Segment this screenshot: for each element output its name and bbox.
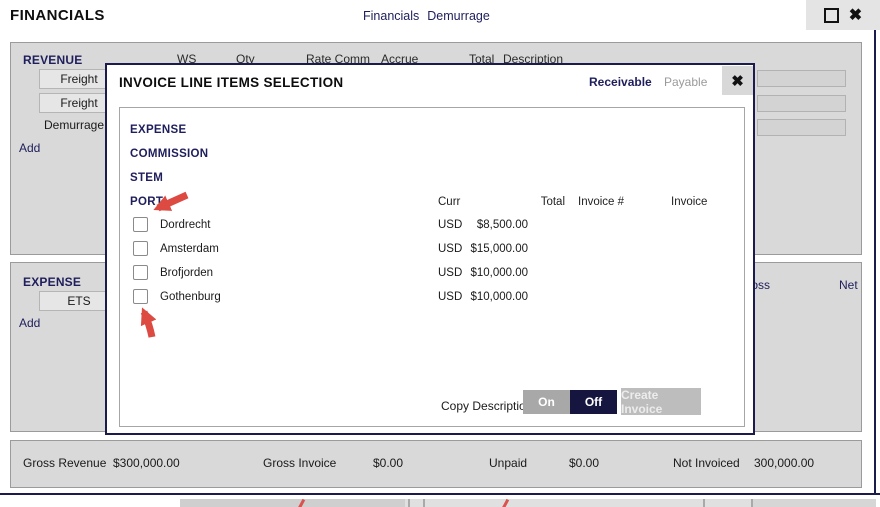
copy-description-on-button[interactable]: On [523, 390, 570, 414]
summary-not-invoiced-label: Not Invoiced [673, 456, 740, 470]
modal-title: INVOICE LINE ITEMS SELECTION [119, 75, 343, 90]
page-title: FINANCIALS [10, 7, 105, 24]
invoice-items-listbox: EXPENSE COMMISSION STEM PORT Curr Total … [119, 107, 745, 427]
bottom-peek-content [180, 499, 876, 507]
port-row-total: $8,500.00 [438, 219, 528, 231]
port-col-curr: Curr [438, 196, 460, 208]
modal-close-icon[interactable]: ✖ [722, 66, 753, 95]
section-stem[interactable]: STEM [130, 172, 163, 184]
frame-bottom-border [0, 493, 880, 495]
port-row-total: $10,000.00 [438, 267, 528, 279]
checkbox-amsterdam[interactable] [133, 241, 148, 256]
revenue-panel-title: REVENUE [23, 53, 82, 67]
checkbox-gothenburg[interactable] [133, 289, 148, 304]
revenue-input-3[interactable] [757, 119, 846, 136]
nav-link-financials[interactable]: Financials [363, 9, 419, 23]
port-col-invoice: Invoice [671, 196, 707, 208]
maximize-icon[interactable] [824, 8, 839, 23]
section-port[interactable]: PORT [130, 196, 163, 208]
port-col-total: Total [475, 196, 565, 208]
summary-gross-invoice-label: Gross Invoice [263, 456, 336, 470]
port-row-name: Dordrecht [160, 219, 211, 231]
invoice-line-items-modal: INVOICE LINE ITEMS SELECTION Receivable … [105, 63, 755, 435]
checkbox-brofjorden[interactable] [133, 265, 148, 280]
revenue-add-link[interactable]: Add [19, 141, 40, 155]
copy-description-label: Copy Description [441, 399, 532, 413]
checkbox-dordrecht[interactable] [133, 217, 148, 232]
revenue-input-1[interactable] [757, 70, 846, 87]
demurrage-row-label: Demurrage [44, 118, 104, 132]
port-row-name: Brofjorden [160, 267, 213, 279]
tab-payable[interactable]: Payable [664, 75, 707, 89]
nav-link-demurrage[interactable]: Demurrage [427, 9, 490, 23]
create-invoice-button[interactable]: Create Invoice [621, 388, 701, 415]
window-controls: ✖ [806, 0, 880, 30]
frame-right-border [874, 30, 876, 493]
port-col-invoice-number: Invoice # [578, 196, 624, 208]
port-row-name: Amsterdam [160, 243, 219, 255]
port-row-name: Gothenburg [160, 291, 221, 303]
close-icon[interactable]: ✖ [849, 8, 862, 23]
summary-unpaid-label: Unpaid [489, 456, 527, 470]
revenue-input-2[interactable] [757, 95, 846, 112]
summary-bar: Gross Revenue $300,000.00 Gross Invoice … [10, 440, 862, 488]
port-row-total: $15,000.00 [438, 243, 528, 255]
tab-receivable[interactable]: Receivable [589, 75, 652, 89]
expense-add-link[interactable]: Add [19, 316, 40, 330]
section-commission[interactable]: COMMISSION [130, 148, 208, 160]
summary-gross-invoice-value: $0.00 [373, 456, 403, 470]
section-expense[interactable]: EXPENSE [130, 124, 186, 136]
top-navigation: Financials Demurrage [363, 9, 498, 23]
summary-unpaid-value: $0.00 [569, 456, 599, 470]
peek-red-mark-2 [502, 499, 509, 507]
expense-panel-title: EXPENSE [23, 275, 81, 289]
summary-gross-revenue-label: Gross Revenue [23, 456, 106, 470]
port-row-total: $10,000.00 [438, 291, 528, 303]
expense-col-net: Net [839, 278, 858, 292]
copy-description-off-button[interactable]: Off [570, 390, 617, 414]
summary-not-invoiced-value: 300,000.00 [754, 456, 814, 470]
summary-gross-revenue-value: $300,000.00 [113, 456, 180, 470]
